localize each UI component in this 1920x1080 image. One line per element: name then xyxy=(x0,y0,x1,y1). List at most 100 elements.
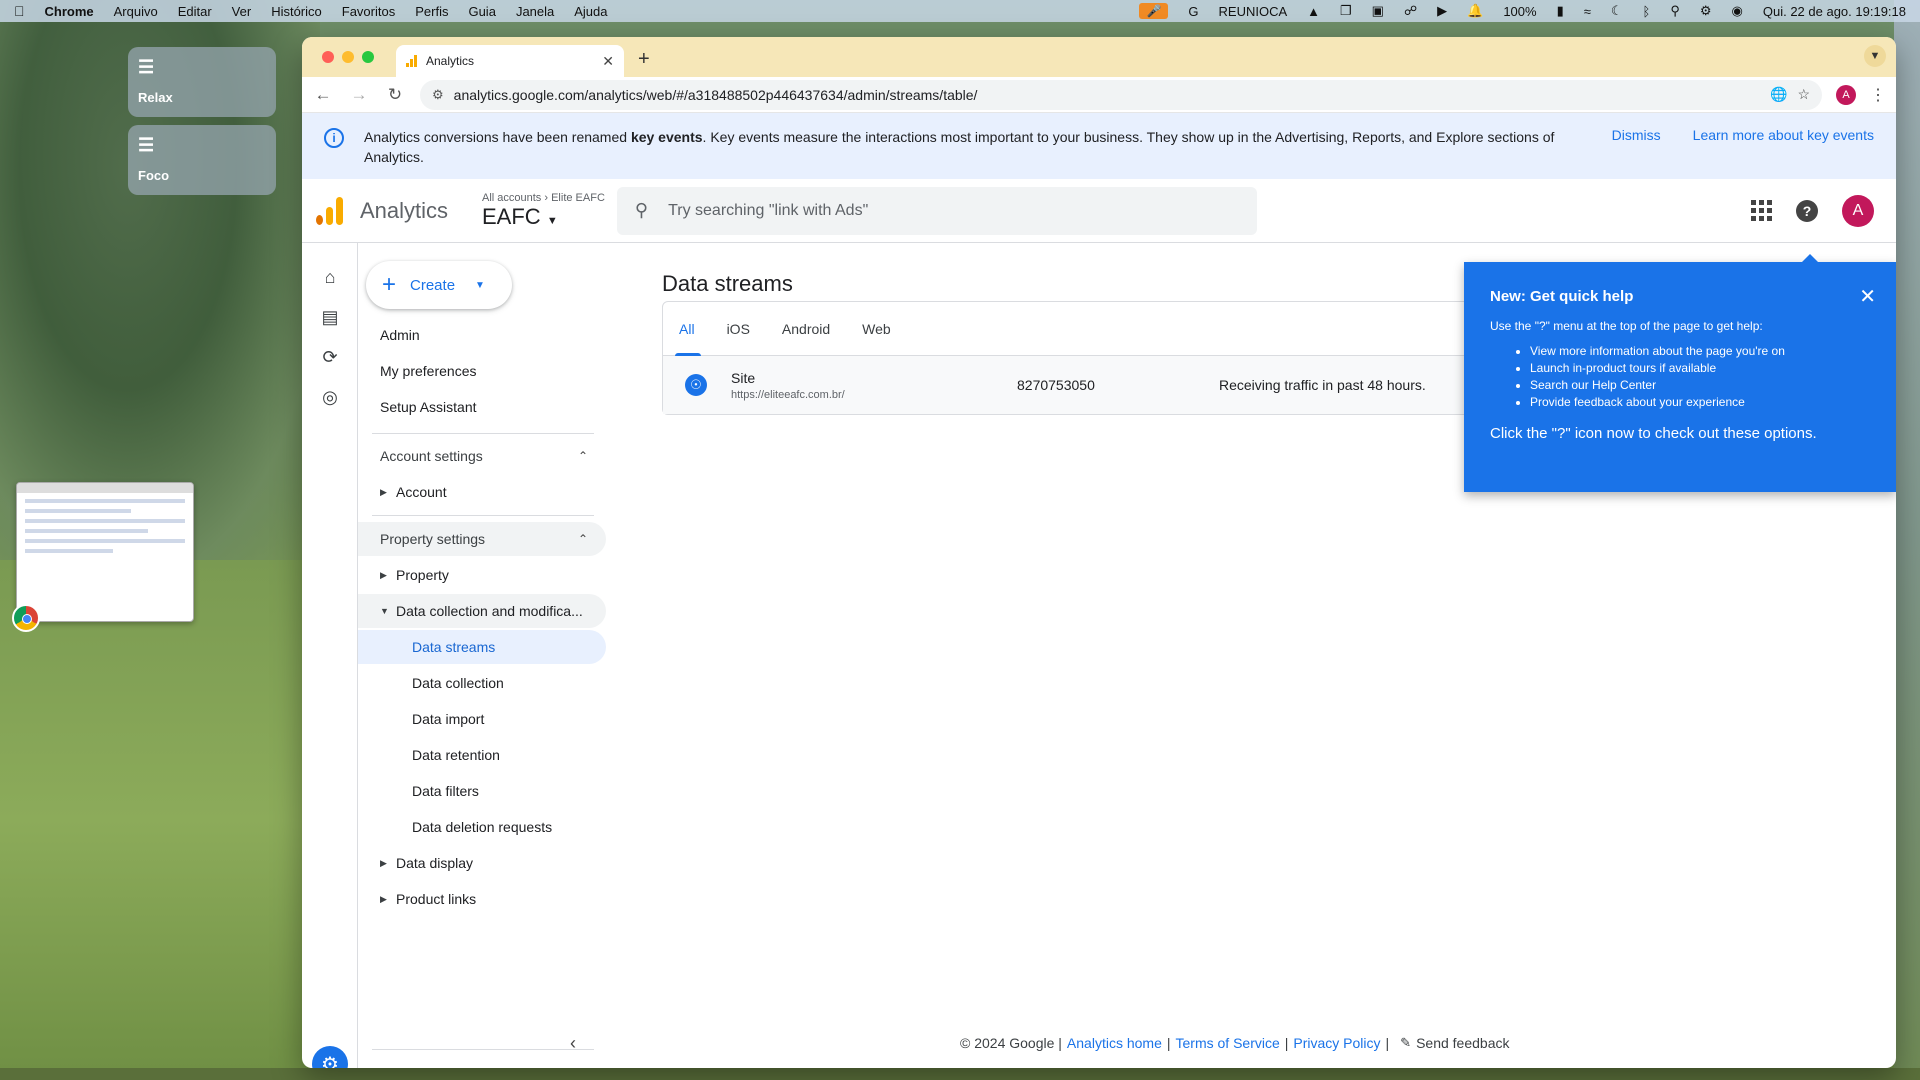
bookmark-star-icon[interactable]: ☆ xyxy=(1797,86,1810,103)
nav-data-filters[interactable]: Data filters xyxy=(358,774,606,808)
artboard-icon[interactable]: ▲ xyxy=(1307,4,1320,19)
nav-property-settings[interactable]: Property settings ⌃ xyxy=(358,522,606,556)
privacy-policy-link[interactable]: Privacy Policy xyxy=(1293,1035,1380,1051)
close-tab-icon[interactable]: ✕ xyxy=(602,53,614,70)
stream-id: 8270753050 xyxy=(1017,377,1095,393)
menubar-clock[interactable]: Qui. 22 de ago. 19:19:18 xyxy=(1763,4,1906,19)
nav-data-collection-modification[interactable]: ▼ Data collection and modifica... xyxy=(358,594,606,628)
analytics-home-link[interactable]: Analytics home xyxy=(1067,1035,1162,1051)
property-selector[interactable]: EAFC ▼ xyxy=(482,204,605,230)
expand-arrow-icon: ▶ xyxy=(380,569,387,580)
nav-data-streams[interactable]: Data streams xyxy=(358,630,606,664)
menubar-app-name[interactable]: Chrome xyxy=(45,4,94,19)
menu-historico[interactable]: Histórico xyxy=(271,4,322,19)
bluetooth-icon[interactable]: ᛒ xyxy=(1643,4,1651,19)
explore-icon[interactable]: ⟳ xyxy=(318,345,342,369)
create-button[interactable]: + Create ▼ xyxy=(366,261,512,309)
menu-janela[interactable]: Janela xyxy=(516,4,554,19)
browser-menu-icon[interactable]: ⋮ xyxy=(1870,85,1886,105)
learn-more-link[interactable]: Learn more about key events xyxy=(1693,127,1874,143)
close-icon[interactable]: ✕ xyxy=(1859,284,1876,309)
menu-ver[interactable]: Ver xyxy=(232,4,252,19)
nav-data-deletion-requests[interactable]: Data deletion requests xyxy=(358,810,606,844)
nav-admin[interactable]: Admin xyxy=(358,318,606,352)
product-name[interactable]: Analytics xyxy=(360,198,480,224)
microphone-icon[interactable]: 🎤 xyxy=(1139,3,1169,19)
apps-grid-icon[interactable] xyxy=(1751,200,1772,221)
network-icon[interactable]: ☍ xyxy=(1404,3,1417,19)
siri-icon[interactable]: ◉ xyxy=(1732,3,1743,19)
translate-icon[interactable]: 🌐 xyxy=(1770,86,1787,103)
url-text[interactable]: analytics.google.com/analytics/web/#/a31… xyxy=(454,87,1760,103)
tab-ios[interactable]: iOS xyxy=(711,302,766,355)
home-icon[interactable]: ⌂ xyxy=(318,265,342,289)
back-icon[interactable]: ← xyxy=(312,85,334,105)
search-placeholder[interactable]: Try searching "link with Ads" xyxy=(668,202,868,220)
menu-favoritos[interactable]: Favoritos xyxy=(342,4,395,19)
analytics-favicon-icon xyxy=(406,55,418,67)
expand-arrow-icon: ▶ xyxy=(380,857,387,868)
browser-profile-avatar[interactable]: A xyxy=(1836,84,1856,105)
nav-product-links[interactable]: ▶ Product links xyxy=(358,882,606,916)
send-feedback-link[interactable]: Send feedback xyxy=(1416,1035,1509,1051)
forward-icon[interactable]: → xyxy=(348,85,370,105)
reload-icon[interactable]: ↻ xyxy=(384,85,406,105)
footer-separator: | xyxy=(1385,1035,1390,1051)
analytics-logo-icon[interactable] xyxy=(316,196,344,225)
collapse-nav-chevron-icon[interactable]: ‹ xyxy=(570,1033,576,1054)
account-avatar[interactable]: A xyxy=(1842,194,1874,227)
menu-arquivo[interactable]: Arquivo xyxy=(114,4,158,19)
battery-icon[interactable]: ▮ xyxy=(1557,3,1564,19)
advertising-icon[interactable]: ◎ xyxy=(318,385,342,409)
notification-icon[interactable]: 🔔 xyxy=(1467,3,1483,19)
nav-account-settings[interactable]: Account settings ⌃ xyxy=(358,439,606,473)
nav-data-display[interactable]: ▶ Data display xyxy=(358,846,606,880)
display-icon[interactable]: ▣ xyxy=(1372,3,1384,19)
site-info-icon[interactable]: ⚙ xyxy=(432,87,444,103)
menu-guia[interactable]: Guia xyxy=(468,4,495,19)
browser-tab-analytics[interactable]: Analytics ✕ xyxy=(396,45,624,77)
nav-property[interactable]: ▶ Property xyxy=(358,558,606,592)
feedback-icon[interactable]: ✎ xyxy=(1400,1035,1411,1051)
reports-icon[interactable]: ▤ xyxy=(318,305,342,329)
status-app-label[interactable]: REUNIOCA xyxy=(1219,4,1288,19)
tab-android[interactable]: Android xyxy=(766,302,846,355)
focus-moon-icon[interactable]: ☾ xyxy=(1611,3,1623,19)
apple-menu-icon[interactable]:  xyxy=(14,3,25,19)
account-picker[interactable]: All accounts › Elite EAFC EAFC ▼ xyxy=(482,192,605,230)
table-row[interactable]: ☉ Site https://eliteeafc.com.br/ 8270753… xyxy=(663,356,1541,414)
menu-ajuda[interactable]: Ajuda xyxy=(574,4,607,19)
nav-data-retention[interactable]: Data retention xyxy=(358,738,606,772)
wifi-icon[interactable]: ≈ xyxy=(1584,4,1591,19)
help-icon[interactable]: ? xyxy=(1796,199,1818,222)
dismiss-link[interactable]: Dismiss xyxy=(1612,127,1661,143)
nav-my-preferences[interactable]: My preferences xyxy=(358,354,606,388)
windows-icon[interactable]: ❐ xyxy=(1340,3,1352,19)
stage-tile-foco[interactable]: ☰ Foco xyxy=(128,125,276,195)
tab-search-chevron-icon[interactable]: ▼ xyxy=(1864,45,1886,67)
new-tab-icon[interactable]: + xyxy=(638,48,650,71)
minimize-window-button[interactable] xyxy=(342,51,354,63)
nav-account[interactable]: ▶ Account xyxy=(358,475,606,509)
tab-all[interactable]: All xyxy=(675,302,711,356)
chevron-up-icon: ⌃ xyxy=(577,532,588,546)
zoom-window-button[interactable] xyxy=(362,51,374,63)
admin-gear-icon[interactable]: ⚙ xyxy=(312,1046,348,1068)
nav-setup-assistant[interactable]: Setup Assistant xyxy=(358,390,606,424)
play-icon[interactable]: ▶ xyxy=(1437,3,1447,19)
control-center-icon[interactable]: ⚙ xyxy=(1700,3,1712,19)
menu-perfis[interactable]: Perfis xyxy=(415,4,448,19)
stage-tile-relax[interactable]: ☰ Relax xyxy=(128,47,276,117)
close-window-button[interactable] xyxy=(322,51,334,63)
menu-editar[interactable]: Editar xyxy=(178,4,212,19)
nav-data-collection[interactable]: Data collection xyxy=(358,666,606,700)
window-thumbnail[interactable] xyxy=(16,482,194,622)
address-bar[interactable]: ⚙ analytics.google.com/analytics/web/#/a… xyxy=(420,79,1822,110)
nav-data-import[interactable]: Data import xyxy=(358,702,606,736)
chrome-app-icon[interactable] xyxy=(12,604,40,632)
spotlight-search-icon[interactable]: ⚲ xyxy=(1670,3,1680,19)
grammarly-icon[interactable]: G xyxy=(1188,4,1198,19)
search-bar[interactable]: ⚲ Try searching "link with Ads" xyxy=(616,186,1257,235)
tab-web[interactable]: Web xyxy=(846,302,907,355)
terms-of-service-link[interactable]: Terms of Service xyxy=(1176,1035,1280,1051)
